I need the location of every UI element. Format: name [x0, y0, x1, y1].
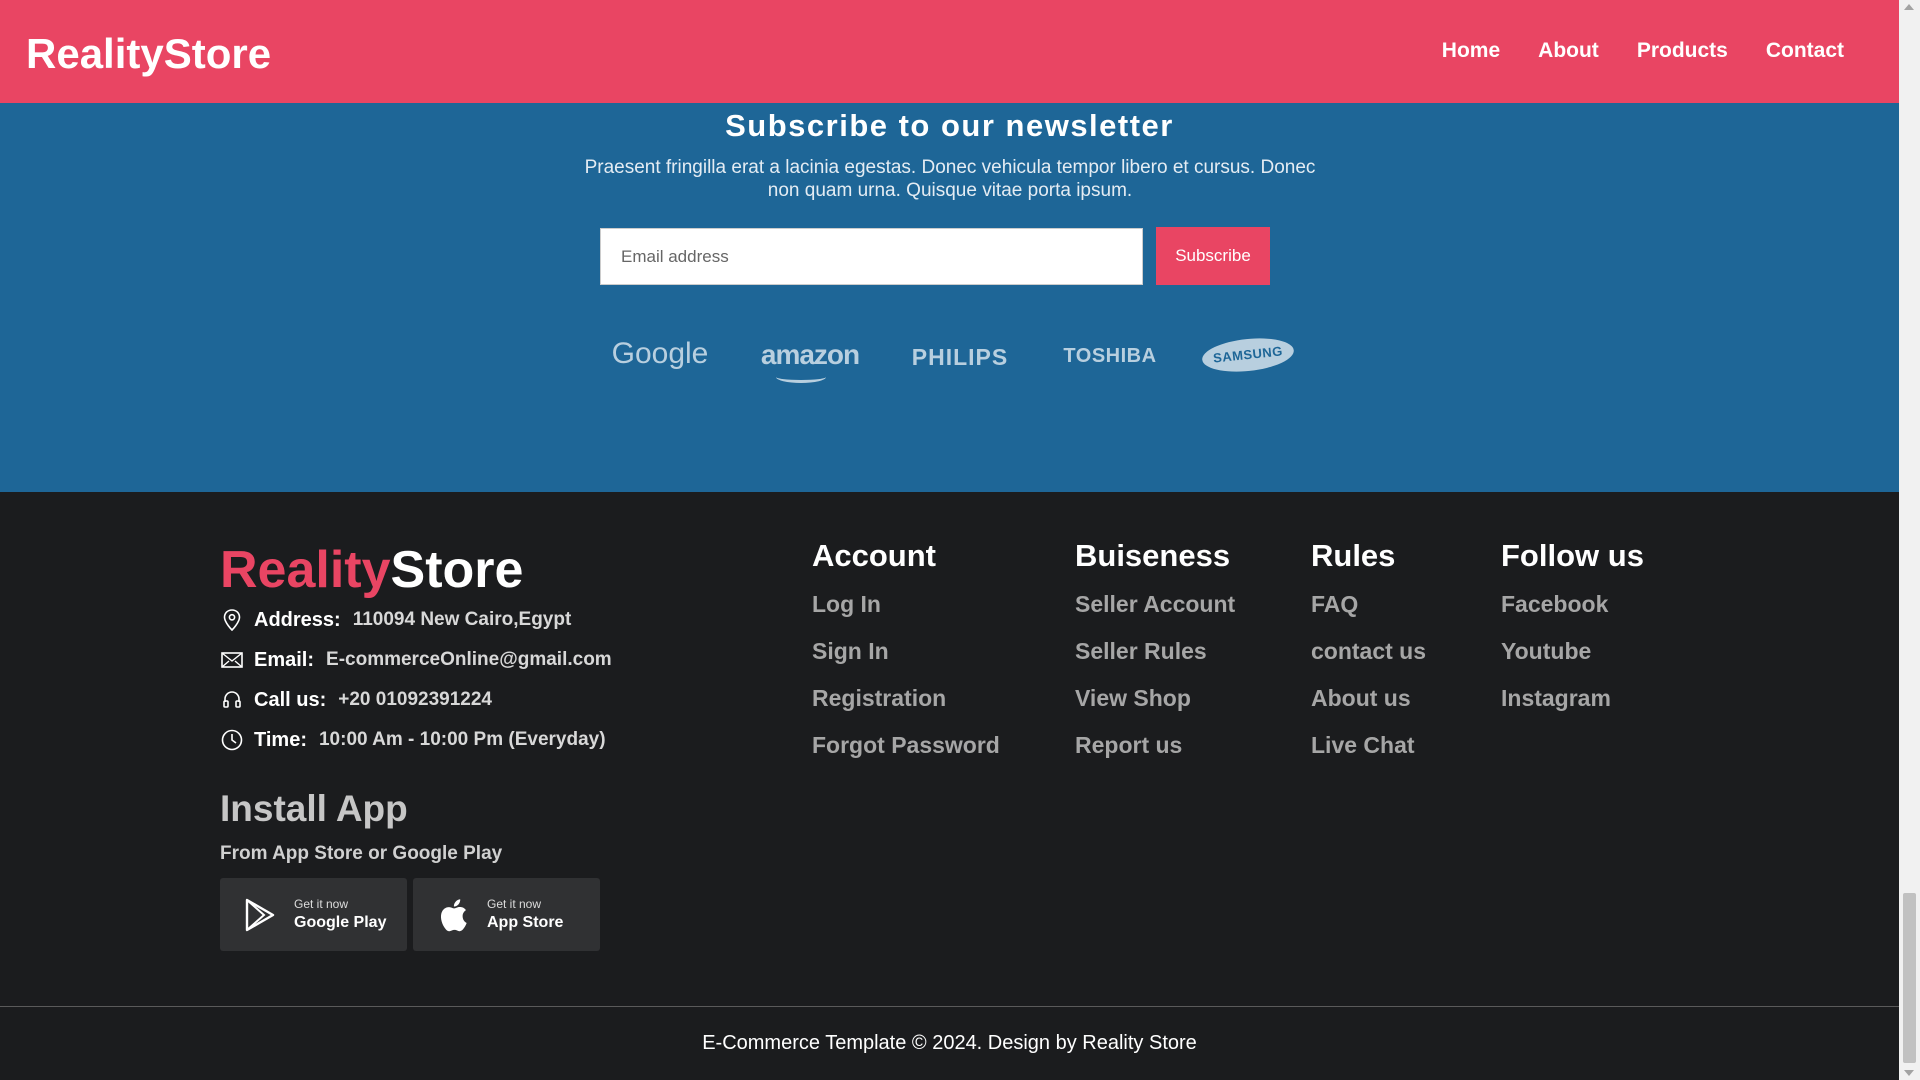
nav-contact[interactable]: Contact: [1766, 39, 1844, 63]
call-label: Call us:: [254, 688, 327, 711]
link-facebook[interactable]: Facebook: [1501, 591, 1644, 617]
account-heading: Account: [812, 538, 936, 573]
copyright-text: E-Commerce Template © 2024. Design by Re…: [702, 1032, 1197, 1054]
footer-column-account: Account Log In Sign In Registration Forg…: [812, 538, 1000, 779]
google-play-label: Google Play: [294, 914, 387, 931]
headset-icon: [220, 688, 244, 712]
app-store-button[interactable]: Get it now App Store: [413, 878, 600, 951]
follow-heading: Follow us: [1501, 538, 1644, 573]
app-store-label: App Store: [487, 914, 564, 931]
address-label: Address:: [254, 608, 341, 631]
contact-email: Email: E-commerceOnline@gmail.com: [220, 648, 612, 672]
envelope-icon: [220, 648, 244, 672]
link-seller-account[interactable]: Seller Account: [1075, 591, 1235, 617]
scroll-thumb[interactable]: [1903, 893, 1916, 1063]
link-forgot-password[interactable]: Forgot Password: [812, 732, 1000, 758]
amazon-smile-icon: [776, 371, 826, 383]
nav-products[interactable]: Products: [1637, 39, 1728, 63]
page-scrollbar[interactable]: [1899, 0, 1920, 1080]
link-instagram[interactable]: Instagram: [1501, 685, 1644, 711]
email-input[interactable]: [600, 228, 1143, 285]
link-log-in[interactable]: Log In: [812, 591, 1000, 617]
time-value: 10:00 Am - 10:00 Pm (Everyday): [318, 729, 606, 750]
nav-home[interactable]: Home: [1442, 39, 1500, 63]
google-play-small-text: Get it now: [294, 897, 349, 911]
link-about-us[interactable]: About us: [1311, 685, 1426, 711]
address-value: 110094 New Cairo,Egypt: [352, 609, 572, 630]
rules-heading: Rules: [1311, 538, 1396, 573]
clock-icon: [220, 728, 244, 752]
link-sign-in[interactable]: Sign In: [812, 638, 1000, 664]
google-play-button[interactable]: Get it now Google Play: [220, 878, 407, 951]
footer-column-rules: Rules FAQ contact us About us Live Chat: [1311, 538, 1426, 779]
footer-logo[interactable]: RealityStore: [220, 540, 523, 600]
nav-about[interactable]: About: [1538, 39, 1599, 63]
newsletter-description: Praesent fringilla erat a lacinia egesta…: [584, 157, 1316, 201]
install-app-subtitle: From App Store or Google Play: [220, 843, 503, 864]
link-seller-rules[interactable]: Seller Rules: [1075, 638, 1235, 664]
samsung-logo: SAMSUNG: [1200, 334, 1296, 376]
contact-time: Time: 10:00 Am - 10:00 Pm (Everyday): [220, 728, 606, 752]
email-label: Email:: [254, 648, 315, 671]
toshiba-logo: TOSHIBA: [1063, 345, 1157, 367]
subscribe-button[interactable]: Subscribe: [1156, 227, 1270, 285]
map-pin-icon: [220, 608, 244, 632]
time-label: Time:: [254, 728, 307, 751]
link-contact-us[interactable]: contact us: [1311, 638, 1426, 664]
link-youtube[interactable]: Youtube: [1501, 638, 1644, 664]
site-footer: RealityStore Address: 110094 New Cairo,E…: [0, 492, 1899, 1080]
call-value[interactable]: +20 01092391224: [338, 689, 492, 711]
link-report-us[interactable]: Report us: [1075, 732, 1235, 758]
footer-logo-accent: Reality: [220, 541, 391, 599]
google-play-icon: [240, 895, 280, 935]
google-logo: Google: [611, 337, 709, 370]
brand-logos: Google amazon PHILIPS TOSHIBA SAMSUNG: [600, 333, 1300, 383]
newsletter-title: Subscribe to our newsletter: [725, 108, 1174, 143]
business-heading: Buiseness: [1075, 538, 1231, 573]
site-header: RealityStore Home About Products Contact: [0, 0, 1899, 103]
scroll-up-arrow-icon[interactable]: [1904, 4, 1914, 10]
main-nav: Home About Products Contact: [1442, 39, 1844, 63]
newsletter-section: Subscribe to our newsletter Praesent fri…: [0, 103, 1899, 492]
philips-logo: PHILIPS: [911, 344, 1009, 370]
footer-column-follow: Follow us Facebook Youtube Instagram: [1501, 538, 1644, 732]
install-app-title: Install App: [220, 788, 408, 829]
footer-divider: [0, 1006, 1899, 1007]
link-registration[interactable]: Registration: [812, 685, 1000, 711]
app-store-small-text: Get it now: [487, 897, 542, 911]
footer-column-business: Buiseness Seller Account Seller Rules Vi…: [1075, 538, 1235, 779]
amazon-logo: amazon: [760, 339, 860, 370]
scroll-down-arrow-icon[interactable]: [1904, 1070, 1914, 1076]
apple-icon: [433, 895, 473, 935]
site-logo[interactable]: RealityStore: [26, 30, 271, 78]
link-live-chat[interactable]: Live Chat: [1311, 732, 1426, 758]
footer-logo-rest: Store: [390, 541, 524, 599]
link-view-shop[interactable]: View Shop: [1075, 685, 1235, 711]
contact-phone: Call us: +20 01092391224: [220, 688, 492, 712]
contact-address: Address: 110094 New Cairo,Egypt: [220, 608, 571, 632]
link-faq[interactable]: FAQ: [1311, 591, 1426, 617]
email-value[interactable]: E-commerceOnline@gmail.com: [326, 649, 612, 671]
